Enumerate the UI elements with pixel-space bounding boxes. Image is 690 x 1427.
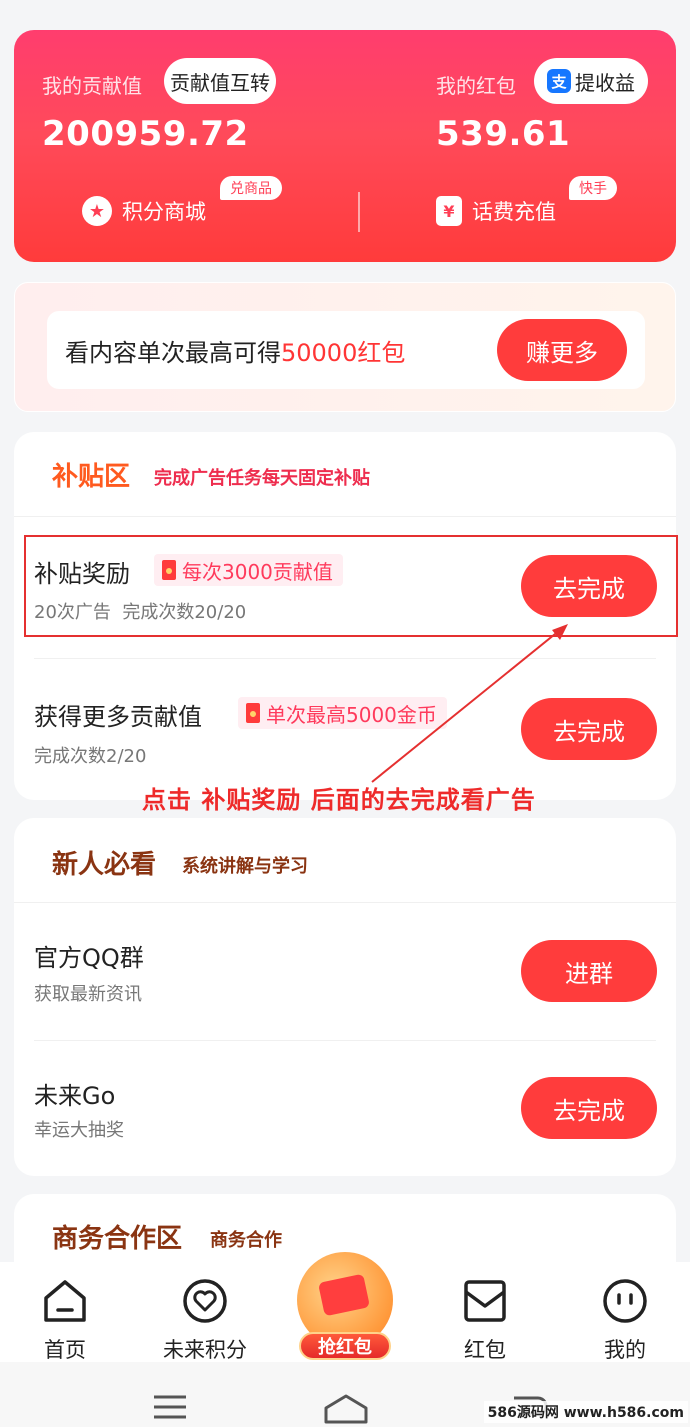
home-icon bbox=[10, 1276, 120, 1326]
nav-points-label: 未来积分 bbox=[163, 1338, 247, 1362]
nav-redpacket-label: 红包 bbox=[464, 1338, 506, 1362]
nav-mine[interactable]: 我的 bbox=[570, 1276, 680, 1364]
menu-icon[interactable] bbox=[150, 1392, 190, 1422]
row-divider bbox=[34, 1040, 656, 1041]
newbie-title: 新人必看 bbox=[52, 850, 157, 880]
qq-group-title: 官方QQ群 bbox=[34, 944, 144, 972]
qq-group-subtitle: 获取最新资讯 bbox=[34, 984, 142, 1005]
nav-points[interactable]: 未来积分 bbox=[150, 1276, 260, 1364]
newbie-section: 新人必看 系统讲解与学习 官方QQ群 获取最新资讯 进群 未来Go 幸运大抽奖 … bbox=[14, 818, 676, 1176]
home-system-icon[interactable] bbox=[322, 1392, 370, 1424]
envelope-icon bbox=[430, 1276, 540, 1326]
business-title: 商务合作区 bbox=[52, 1224, 183, 1254]
nav-home[interactable]: 首页 bbox=[10, 1276, 120, 1364]
nav-mine-label: 我的 bbox=[604, 1338, 646, 1362]
bottom-nav: 首页 未来积分 抢红包 红包 我的 bbox=[0, 1252, 690, 1364]
nav-grab-redpacket[interactable]: 抢红包 bbox=[295, 1252, 395, 1364]
future-go-subtitle: 幸运大抽奖 bbox=[34, 1120, 124, 1141]
face-icon bbox=[570, 1276, 680, 1326]
join-group-button[interactable]: 进群 bbox=[521, 940, 657, 1002]
heart-icon bbox=[150, 1276, 260, 1326]
system-nav-bar: 586源码网 www.h586.com bbox=[0, 1362, 690, 1427]
watermark: 586源码网 www.h586.com bbox=[483, 1401, 688, 1423]
nav-grab-label: 抢红包 bbox=[299, 1332, 391, 1360]
newbie-divider bbox=[14, 902, 676, 903]
nav-home-label: 首页 bbox=[44, 1338, 86, 1362]
newbie-subtitle: 系统讲解与学习 bbox=[182, 856, 308, 877]
nav-redpacket[interactable]: 红包 bbox=[430, 1276, 540, 1364]
future-go-button[interactable]: 去完成 bbox=[521, 1077, 657, 1139]
future-go-title: 未来Go bbox=[34, 1082, 116, 1110]
annotation-text: 点击 补贴奖励 后面的去完成看广告 bbox=[142, 786, 536, 814]
business-subtitle: 商务合作 bbox=[210, 1230, 282, 1251]
